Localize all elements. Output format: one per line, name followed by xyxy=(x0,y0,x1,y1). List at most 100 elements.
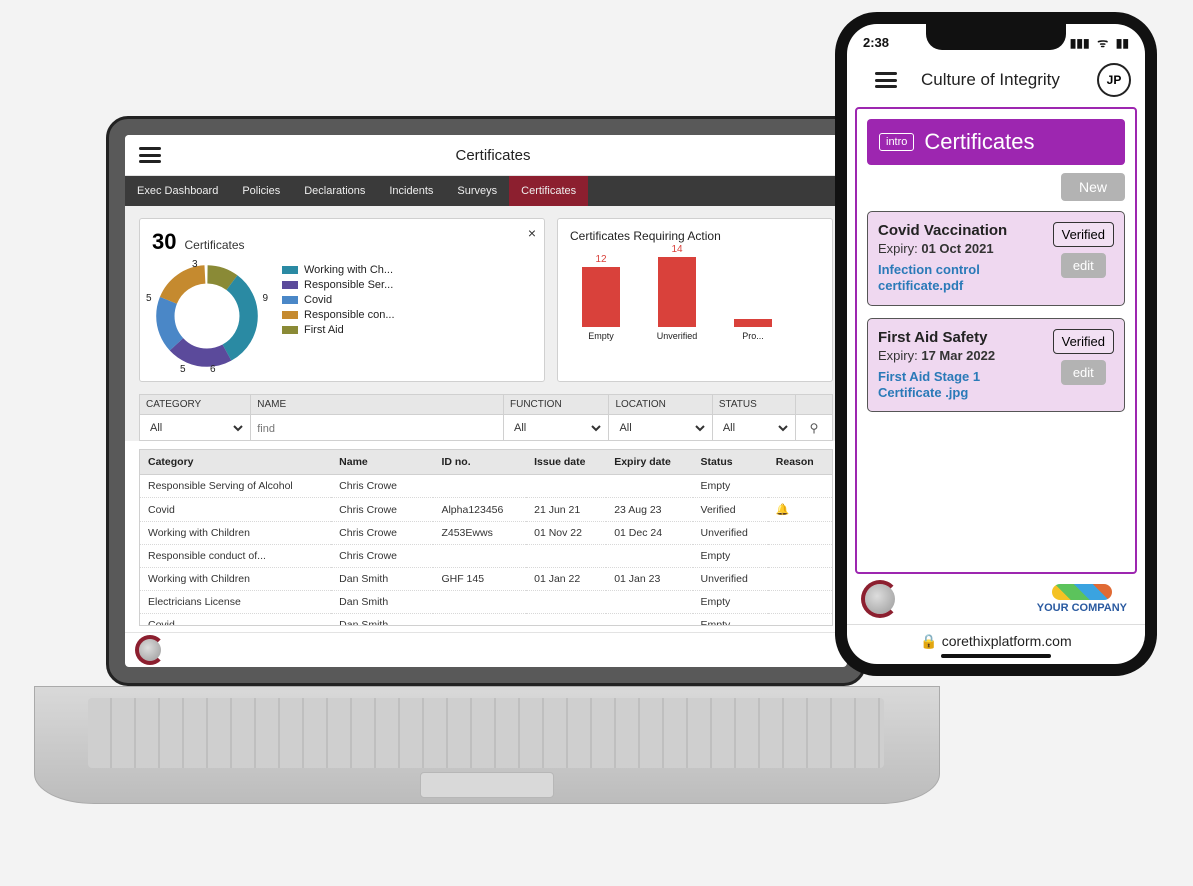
donut-value-right: 9 xyxy=(262,293,268,304)
legend-item: Working with Ch... xyxy=(282,264,395,276)
donut-value-left: 5 xyxy=(146,293,152,304)
column-header[interactable]: Issue date xyxy=(526,450,606,475)
legend-swatch xyxy=(282,326,298,334)
bar-column: 12Empty xyxy=(576,254,626,341)
filter-row: CATEGORYNAMEFUNCTIONLOCATIONSTATUS All Al… xyxy=(125,394,847,441)
table-row[interactable]: Working with ChildrenChris CroweZ453Ewws… xyxy=(140,522,832,545)
battery-icon: ▮▮ xyxy=(1116,36,1129,50)
legend-swatch xyxy=(282,311,298,319)
legend-item: Responsible con... xyxy=(282,309,395,321)
filter-function[interactable]: All xyxy=(508,419,604,437)
laptop-screen: Certificates Exec DashboardPoliciesDecla… xyxy=(125,135,847,667)
bar xyxy=(734,319,772,327)
column-header[interactable]: Name xyxy=(331,450,433,475)
status-badge: Verified xyxy=(1053,222,1114,247)
status-time: 2:38 xyxy=(863,35,889,50)
column-header[interactable]: Status xyxy=(693,450,768,475)
bar xyxy=(658,257,696,327)
column-header[interactable]: Category xyxy=(140,450,331,475)
filter-header: STATUS xyxy=(712,395,795,415)
column-header[interactable]: ID no. xyxy=(433,450,526,475)
phone-frame: 2:38 ▮▮▮ ᯤ ▮▮ Culture of Integrity JP in… xyxy=(835,12,1157,676)
chart-legend: Working with Ch... Responsible Ser... Covi… xyxy=(282,261,395,371)
legend-item: First Aid xyxy=(282,324,395,336)
bar-column: Pro... xyxy=(728,317,778,341)
wifi-icon: ᯤ xyxy=(1097,36,1108,50)
certificate-count: 30 xyxy=(152,229,176,255)
bar-value: 12 xyxy=(595,254,606,265)
home-indicator xyxy=(941,654,1051,658)
legend-label: Covid xyxy=(304,294,332,306)
table-row[interactable]: Electricians LicenseDan SmithEmpty xyxy=(140,591,832,614)
table-row[interactable]: CovidChris CroweAlpha12345621 Jun 2123 A… xyxy=(140,498,832,522)
tab-surveys[interactable]: Surveys xyxy=(445,176,509,206)
table-row[interactable]: Responsible Serving of AlcoholChris Crow… xyxy=(140,475,832,498)
corethix-logo-icon xyxy=(865,584,895,614)
bar-value: 14 xyxy=(671,244,682,255)
certificate-card: Covid Vaccination Expiry: 01 Oct 2021 Infe… xyxy=(867,211,1125,306)
action-card-title: Certificates Requiring Action xyxy=(570,229,820,243)
filter-name-input[interactable] xyxy=(255,421,499,437)
donut-value-br: 6 xyxy=(210,364,216,375)
legend-swatch xyxy=(282,281,298,289)
certificates-table: CategoryNameID no.Issue dateExpiry dateS… xyxy=(139,449,833,626)
donut-value-top: 3 xyxy=(192,259,198,270)
cert-title: Covid Vaccination xyxy=(878,222,1045,239)
intro-pill[interactable]: intro xyxy=(879,133,914,151)
bar xyxy=(582,267,620,327)
column-header[interactable]: Expiry date xyxy=(606,450,692,475)
signal-icon: ▮▮▮ xyxy=(1070,36,1090,50)
cert-file-link[interactable]: Infection control certificate.pdf xyxy=(878,262,1045,295)
cert-expiry: Expiry: 17 Mar 2022 xyxy=(878,348,1045,363)
lock-icon: 🔒 xyxy=(920,633,937,649)
phone-menu-icon[interactable] xyxy=(875,72,897,88)
filter-status[interactable]: All xyxy=(717,419,791,437)
tab-policies[interactable]: Policies xyxy=(230,176,292,206)
tab-certificates[interactable]: Certificates xyxy=(509,176,588,206)
table-row[interactable]: Responsible conduct of...Chris CroweEmpt… xyxy=(140,545,832,568)
filter-location[interactable]: All xyxy=(613,419,707,437)
avatar[interactable]: JP xyxy=(1097,63,1131,97)
legend-label: Responsible Ser... xyxy=(304,279,393,291)
certificates-summary-card: × 30 Certificates xyxy=(139,218,545,382)
filter-category[interactable]: All xyxy=(144,419,246,437)
filter-header: CATEGORY xyxy=(140,395,251,415)
table-row[interactable]: CovidDan SmithEmpty xyxy=(140,614,832,627)
menu-icon[interactable] xyxy=(139,147,161,163)
tab-declarations[interactable]: Declarations xyxy=(292,176,377,206)
phone-screen: 2:38 ▮▮▮ ᯤ ▮▮ Culture of Integrity JP in… xyxy=(847,24,1145,664)
table-row[interactable]: Working with ChildrenDan SmithGHF 14501 … xyxy=(140,568,832,591)
filter-header: FUNCTION xyxy=(504,395,609,415)
corethix-logo-icon xyxy=(139,639,161,661)
bar-label: Pro... xyxy=(742,331,764,341)
laptop-keyboard xyxy=(88,698,884,768)
new-button[interactable]: New xyxy=(1061,173,1125,201)
tab-incidents[interactable]: Incidents xyxy=(377,176,445,206)
phone-content: intro Certificates New Covid Vaccination… xyxy=(855,107,1137,574)
phone-header-title: Culture of Integrity xyxy=(921,70,1087,90)
bar-column: 14 Unverified xyxy=(652,244,702,341)
bar-label: Unverified xyxy=(657,331,698,341)
cert-title: First Aid Safety xyxy=(878,329,1045,346)
edit-button[interactable]: edit xyxy=(1061,253,1106,278)
close-icon[interactable]: × xyxy=(528,225,536,241)
tab-exec-dashboard[interactable]: Exec Dashboard xyxy=(125,176,230,206)
certificate-count-label: Certificates xyxy=(184,238,244,252)
banner-title: Certificates xyxy=(924,129,1034,155)
column-header[interactable]: Reason xyxy=(768,450,832,475)
cert-expiry: Expiry: 01 Oct 2021 xyxy=(878,241,1045,256)
legend-item: Responsible Ser... xyxy=(282,279,395,291)
edit-button[interactable]: edit xyxy=(1061,360,1106,385)
your-company-logo: YOUR COMPANY xyxy=(1037,584,1127,614)
filter-icon[interactable]: ⚲ xyxy=(796,415,833,441)
company-label: YOUR COMPANY xyxy=(1037,602,1127,614)
filter-header: LOCATION xyxy=(609,395,712,415)
filter-header: NAME xyxy=(251,395,504,415)
nav-tabs: Exec DashboardPoliciesDeclarationsIncide… xyxy=(125,176,847,206)
cert-file-link[interactable]: First Aid Stage 1 Certificate .jpg xyxy=(878,369,1045,402)
phone-footer-logos: YOUR COMPANY xyxy=(847,574,1145,624)
certificates-banner: intro Certificates xyxy=(867,119,1125,165)
url-text: corethixplatform.com xyxy=(942,633,1072,649)
bar-chart: 12Empty14UnverifiedPro... xyxy=(570,251,820,341)
phone-url-bar: 🔒 corethixplatform.com xyxy=(847,624,1145,664)
